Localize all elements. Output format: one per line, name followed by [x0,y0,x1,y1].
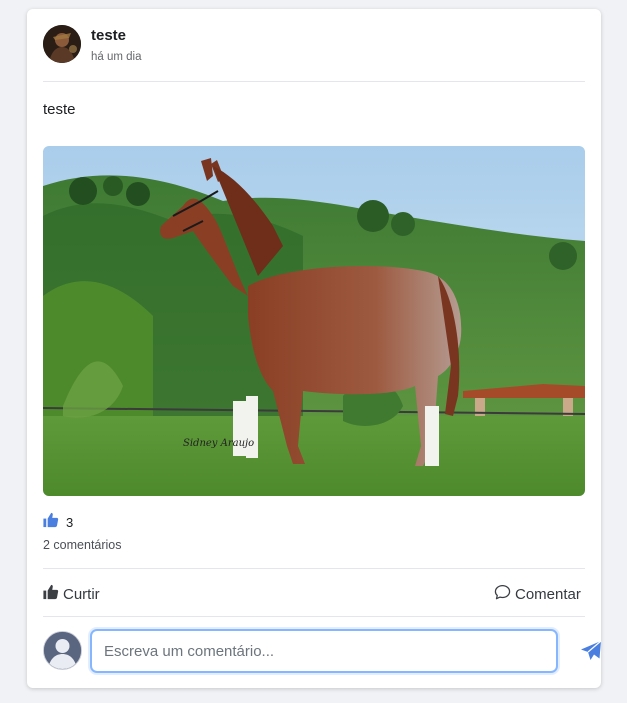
comment-button[interactable]: Comentar [494,582,581,606]
user-avatar[interactable] [43,631,82,670]
likes-count: 3 [66,514,74,530]
comments-count[interactable]: 2 comentários [43,538,122,552]
comment-composer [43,628,602,674]
paper-plane-icon [579,640,603,667]
like-label: Curtir [63,585,100,603]
author-name[interactable]: teste [91,27,126,44]
speech-bubble-icon [494,584,511,604]
like-button[interactable]: Curtir [42,582,100,606]
comment-input[interactable] [90,629,558,673]
thumbs-up-icon [42,512,59,533]
post-image[interactable]: Sidney Araujo [43,146,585,496]
post-header: teste há um dia [43,25,585,65]
post-text: teste [43,101,76,118]
thumbs-up-icon [42,584,59,604]
author-avatar[interactable] [43,25,81,63]
header-divider [43,81,585,82]
svg-text:Sidney Araujo: Sidney Araujo [183,438,254,449]
likes-summary[interactable]: 3 [42,512,74,533]
actions-bottom-divider [43,616,585,617]
post-timestamp: há um dia [91,51,142,63]
send-comment-button[interactable] [579,639,603,663]
post-card: teste há um dia teste Sidney Araujo 3 2 … [27,9,602,688]
comment-label: Comentar [515,585,581,603]
actions-top-divider [43,568,585,569]
